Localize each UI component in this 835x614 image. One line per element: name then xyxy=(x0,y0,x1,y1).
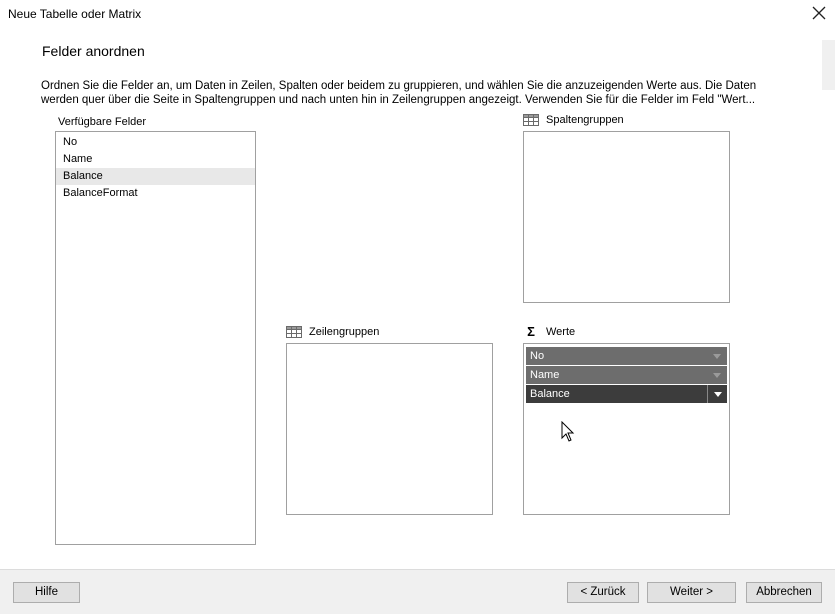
help-button[interactable]: Hilfe xyxy=(13,582,80,603)
chevron-down-icon[interactable] xyxy=(707,347,727,365)
value-item-name[interactable]: Name xyxy=(526,366,727,384)
description-line-1: Ordnen Sie die Felder an, um Daten in Ze… xyxy=(41,80,757,92)
value-item-label: No xyxy=(530,350,545,362)
next-button[interactable]: Weiter > xyxy=(647,582,736,603)
values-dropzone[interactable]: No Name Balance xyxy=(523,343,730,515)
available-fields-list[interactable]: No Name Balance BalanceFormat xyxy=(55,131,256,545)
sigma-icon: Σ xyxy=(527,324,535,339)
column-groups-label: Spaltengruppen xyxy=(546,114,624,126)
value-item-no[interactable]: No xyxy=(526,347,727,365)
field-item-no[interactable]: No xyxy=(56,134,255,151)
scrollbar-track[interactable] xyxy=(822,40,835,90)
mouse-pointer-icon xyxy=(561,420,575,442)
chevron-down-icon[interactable] xyxy=(707,366,727,384)
row-groups-dropzone[interactable] xyxy=(286,343,493,515)
cancel-button[interactable]: Abbrechen xyxy=(746,582,822,603)
field-item-balance[interactable]: Balance xyxy=(56,168,255,185)
field-item-balanceformat[interactable]: BalanceFormat xyxy=(56,185,255,202)
table-grid-icon xyxy=(523,114,539,126)
value-item-label: Name xyxy=(530,369,560,381)
close-icon[interactable] xyxy=(810,4,828,22)
value-item-label: Balance xyxy=(530,388,570,400)
description-line-2: werden quer über die Seite in Spaltengru… xyxy=(41,94,756,106)
window-title: Neue Tabelle oder Matrix xyxy=(8,7,142,21)
field-item-name[interactable]: Name xyxy=(56,151,255,168)
back-button[interactable]: < Zurück xyxy=(567,582,639,603)
row-groups-label: Zeilengruppen xyxy=(309,326,380,338)
available-fields-label: Verfügbare Felder xyxy=(58,116,147,128)
column-groups-dropzone[interactable] xyxy=(523,131,730,303)
value-item-balance[interactable]: Balance xyxy=(526,385,727,403)
table-grid-icon xyxy=(286,326,302,338)
page-heading: Felder anordnen xyxy=(42,43,145,59)
page-description: Ordnen Sie die Felder an, um Daten in Ze… xyxy=(41,79,781,107)
values-label: Werte xyxy=(546,326,576,338)
chevron-down-icon[interactable] xyxy=(707,385,727,403)
